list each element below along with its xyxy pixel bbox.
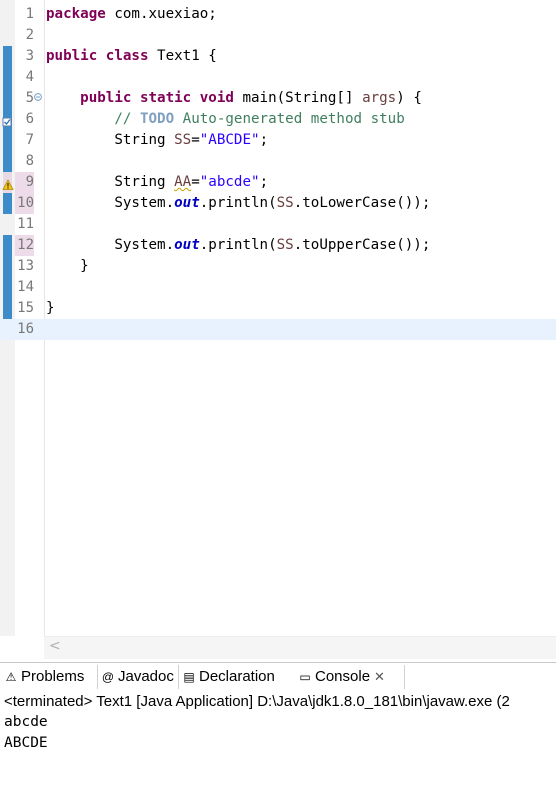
console-output-line: ABCDE <box>4 735 48 751</box>
problems-icon: ⚠ <box>5 670 17 685</box>
line-number: 1 <box>25 6 34 22</box>
fold-toggle-icon[interactable] <box>34 93 42 101</box>
code-text: public static void main(String[] args) { <box>80 90 422 106</box>
line-number: 2 <box>25 27 34 43</box>
code-line[interactable]: 3 public class Text1 { <box>0 46 556 67</box>
change-marker <box>3 256 12 277</box>
code-line[interactable]: 4 <box>0 67 556 88</box>
change-marker <box>3 193 12 214</box>
code-line[interactable]: 16 <box>0 319 556 340</box>
line-number: 15 <box>17 300 34 316</box>
console-output-line: abcde <box>4 714 48 730</box>
tab-label: Console <box>315 668 371 685</box>
warning-icon[interactable] <box>2 176 14 190</box>
code-line[interactable]: 10 System.out.println(SS.toLowerCase()); <box>0 193 556 214</box>
change-marker <box>3 130 12 151</box>
scroll-left-arrow-icon[interactable]: < <box>49 638 61 654</box>
change-marker <box>3 88 12 109</box>
code-line[interactable]: 8 <box>0 151 556 172</box>
line-number: 13 <box>17 258 34 274</box>
code-text: String AA="abcde"; <box>46 174 269 190</box>
line-number: 10 <box>17 195 34 211</box>
tab-label: Declaration <box>199 668 275 685</box>
code-line[interactable]: 5 public static void main(String[] args)… <box>0 88 556 109</box>
declaration-icon: ▤ <box>183 670 195 685</box>
change-marker <box>3 67 12 88</box>
code-line[interactable]: 1 package com.xuexiao; <box>0 4 556 25</box>
code-line[interactable]: 11 <box>0 214 556 235</box>
line-number: 4 <box>25 69 34 85</box>
line-number: 12 <box>17 237 34 253</box>
code-line[interactable]: 15} <box>0 298 556 319</box>
line-number: 7 <box>25 132 34 148</box>
code-text: System.out.println(SS.toLowerCase()); <box>46 195 431 211</box>
change-marker <box>3 235 12 256</box>
code-line[interactable]: 2 <box>0 25 556 46</box>
code-text: } <box>46 258 89 274</box>
code-text: package com.xuexiao; <box>46 6 217 22</box>
tab-javadoc[interactable]: @ Javadoc <box>97 665 179 689</box>
code-text: } <box>46 300 55 316</box>
tab-declaration[interactable]: ▤ Declaration <box>178 665 295 689</box>
console-status-line: <terminated> Text1 [Java Application] D:… <box>4 693 510 710</box>
line-number: 11 <box>17 216 34 232</box>
code-line[interactable]: 7 String SS="ABCDE"; <box>0 130 556 151</box>
change-marker <box>3 151 12 172</box>
code-line[interactable]: 9 String AA="abcde"; <box>0 172 556 193</box>
code-text: // TODO Auto-generated method stub <box>114 111 405 127</box>
line-number: 5 <box>25 90 34 106</box>
tab-problems[interactable]: ⚠ Problems <box>0 665 98 689</box>
tab-console[interactable]: ▭ Console ✕ <box>294 665 405 689</box>
tab-label: Problems <box>21 668 85 685</box>
change-marker <box>3 298 12 319</box>
line-number: 14 <box>17 279 34 295</box>
close-icon[interactable]: ✕ <box>374 669 385 684</box>
line-number: 9 <box>25 174 34 190</box>
code-text: String SS="ABCDE"; <box>46 132 269 148</box>
horizontal-scrollbar[interactable]: < <box>44 636 556 659</box>
line-number: 6 <box>25 111 34 127</box>
code-line[interactable]: 12 System.out.println(SS.toUpperCase()); <box>0 235 556 256</box>
code-editor[interactable]: 1 package com.xuexiao; 2 3 public class Text… <box>0 0 556 660</box>
bottom-views-panel: ⚠ Problems @ Javadoc ▤ Declaration ▭ Console ✕ <… <box>0 662 556 788</box>
code-text: public class Text1 { <box>46 48 217 64</box>
change-marker <box>3 46 12 67</box>
line-number: 8 <box>25 153 34 169</box>
code-line[interactable]: 6 // TODO Auto-generated method stub <box>0 109 556 130</box>
code-line[interactable]: 14 <box>0 277 556 298</box>
line-number: 16 <box>17 321 34 337</box>
console-icon: ▭ <box>299 670 311 685</box>
change-marker <box>3 277 12 298</box>
code-line[interactable]: 13 } <box>0 256 556 277</box>
tab-label: Javadoc <box>118 668 174 685</box>
line-number: 3 <box>25 48 34 64</box>
javadoc-icon: @ <box>101 670 115 685</box>
task-checkbox-icon[interactable] <box>2 113 12 127</box>
views-tab-bar: ⚠ Problems @ Javadoc ▤ Declaration ▭ Console ✕ <box>0 665 556 690</box>
code-text: System.out.println(SS.toUpperCase()); <box>46 237 431 253</box>
